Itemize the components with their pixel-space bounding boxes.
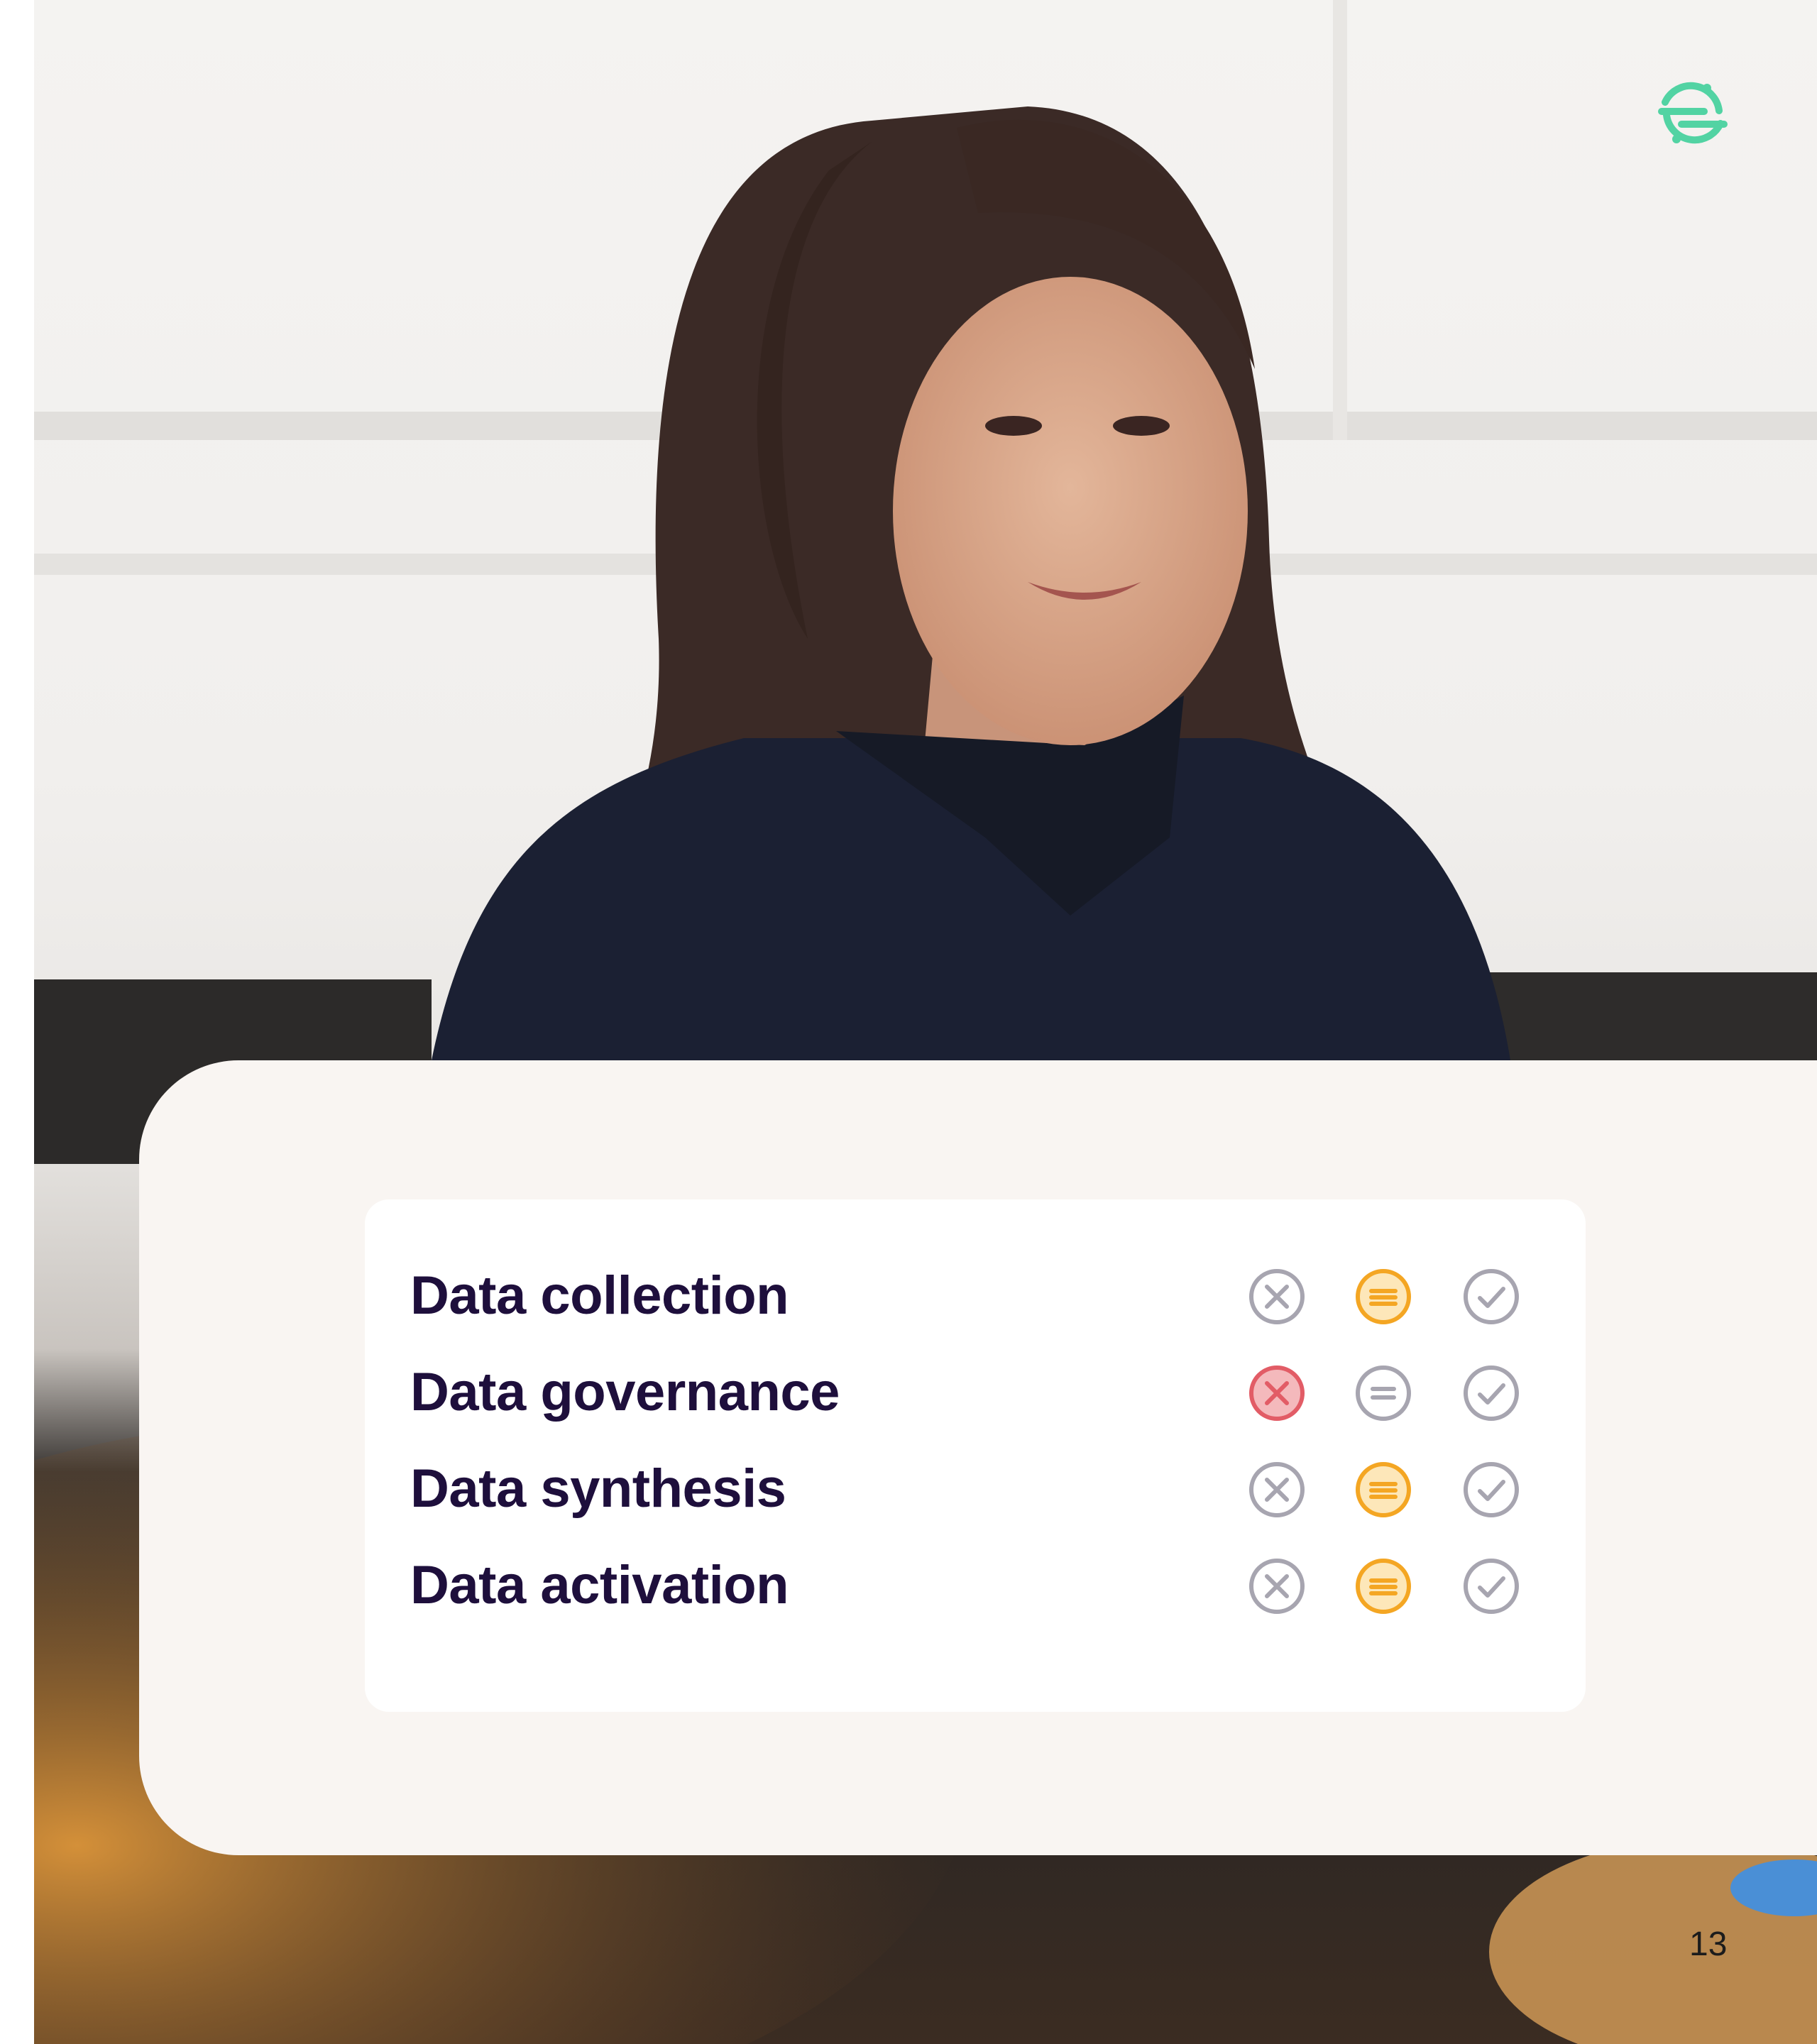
list-item: Data governance (410, 1354, 1546, 1432)
segment-logo-icon (1658, 82, 1728, 144)
row-label: Data collection (410, 1265, 789, 1326)
capability-matrix: Data collection Data governance Data syn… (365, 1199, 1586, 1712)
x-circle-icon (1249, 1366, 1305, 1421)
x-circle-icon (1249, 1269, 1305, 1324)
check-circle-icon (1464, 1559, 1519, 1614)
capability-card: Data collection Data governance Data syn… (139, 1060, 1817, 1855)
equals-circle-icon (1356, 1366, 1411, 1421)
check-circle-icon (1464, 1269, 1519, 1324)
row-label: Data governance (410, 1362, 840, 1422)
check-circle-icon (1464, 1366, 1519, 1421)
x-circle-icon (1249, 1559, 1305, 1614)
row-label: Data synthesis (410, 1458, 786, 1519)
list-item: Data synthesis (410, 1451, 1546, 1529)
x-circle-icon (1249, 1462, 1305, 1517)
equals-circle-icon (1356, 1269, 1411, 1324)
list-item: Data collection (410, 1258, 1546, 1336)
equals-circle-icon (1356, 1462, 1411, 1517)
page-margin (0, 0, 34, 2044)
equals-circle-icon (1356, 1559, 1411, 1614)
check-circle-icon (1464, 1462, 1519, 1517)
page-number: 13 (1689, 1925, 1728, 1963)
row-label: Data activation (410, 1555, 789, 1615)
list-item: Data activation (410, 1547, 1546, 1625)
